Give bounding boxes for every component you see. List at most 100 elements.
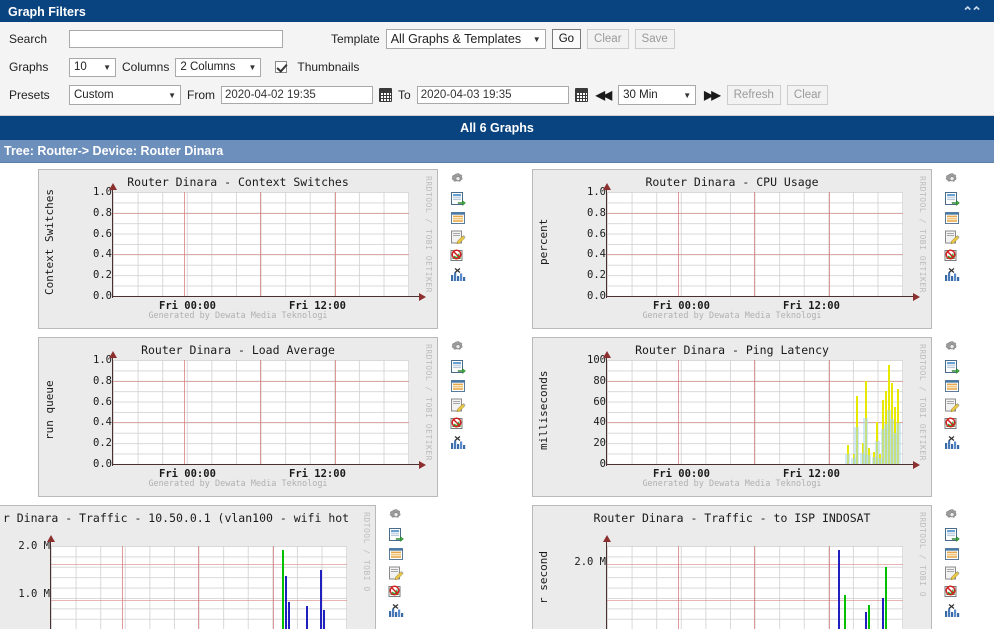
graph-csv-export-icon[interactable] — [388, 546, 410, 562]
graph-csv-export-icon[interactable] — [944, 210, 966, 226]
search-input[interactable] — [69, 30, 283, 48]
graph-disable-icon[interactable] — [944, 584, 966, 600]
graph-export-icon[interactable] — [450, 191, 472, 207]
graph-disable-icon[interactable] — [388, 584, 410, 600]
graphs-label: Graphs — [9, 60, 49, 74]
y-axis-tick: 1.0 M — [18, 588, 50, 600]
graph-disable-icon[interactable] — [944, 416, 966, 432]
graph-panel[interactable]: Router Dinara - Traffic - to ISP INDOSAT… — [532, 505, 932, 629]
graph-csv-export-icon[interactable] — [450, 378, 472, 394]
graph-zoom-icon[interactable] — [450, 435, 472, 451]
graphs-count-select[interactable]: 10 ▼ — [69, 57, 116, 77]
to-date-input[interactable] — [416, 86, 569, 104]
presets-value: Custom — [74, 89, 114, 101]
calendar-icon-from[interactable] — [379, 88, 392, 102]
graph-edit-icon[interactable] — [944, 229, 966, 245]
plot-area — [607, 546, 903, 629]
template-label: Template — [331, 32, 380, 46]
graph-disable-icon[interactable] — [450, 248, 472, 264]
graph-export-icon[interactable] — [944, 191, 966, 207]
graph-edit-icon[interactable] — [944, 397, 966, 413]
graph-settings-icon[interactable] — [450, 172, 472, 188]
template-select[interactable]: All Graphs & Templates ▼ — [385, 29, 546, 49]
y-axis-ticks: 2.0 M 1.0 M — [0, 506, 50, 629]
graph-cell-load-average: Router Dinara - Load Average RRDTOOL / TO… — [4, 337, 498, 505]
go-button[interactable]: Go — [551, 29, 582, 49]
graph-filters-panel: Search Template All Graphs & Templates ▼… — [0, 22, 994, 116]
graph-settings-icon[interactable] — [944, 172, 966, 188]
graph-zoom-icon[interactable] — [388, 603, 410, 619]
graph-zoom-icon[interactable] — [944, 603, 966, 619]
y-axis-tick: 0.6 — [93, 227, 112, 240]
graph-settings-icon[interactable] — [944, 508, 966, 524]
graph-title: r Dinara - Traffic - 10.50.0.1 (vlan100 … — [2, 511, 350, 525]
refresh-button[interactable]: Refresh — [726, 85, 781, 105]
y-axis-tick: 2.0 M — [18, 540, 50, 552]
graph-edit-icon[interactable] — [450, 397, 472, 413]
presets-select[interactable]: Custom ▼ — [69, 85, 181, 105]
y-axis-tick: 0.2 — [93, 269, 112, 282]
graph-action-icons — [450, 169, 472, 283]
chevron-down-icon: ▼ — [248, 62, 257, 72]
y-axis-tick: 0.2 — [93, 437, 112, 450]
rrdtool-watermark: RRDTOOL / TOBI OETIKER — [424, 176, 433, 293]
graph-panel[interactable]: r Dinara - Traffic - 10.50.0.1 (vlan100 … — [0, 505, 376, 629]
graph-csv-export-icon[interactable] — [450, 210, 472, 226]
chevron-down-icon: ▼ — [103, 62, 111, 72]
x-axis-line — [606, 461, 920, 469]
graph-panel[interactable]: Router Dinara - Ping Latency RRDTOOL / TO… — [532, 337, 932, 497]
graph-zoom-icon[interactable] — [450, 267, 472, 283]
graph-panel[interactable]: Router Dinara - CPU Usage RRDTOOL / TOBI … — [532, 169, 932, 329]
thumbnails-checkbox[interactable] — [275, 61, 288, 73]
graph-csv-export-icon[interactable] — [944, 378, 966, 394]
y-axis-tick: 1.0 — [587, 186, 606, 198]
graph-settings-icon[interactable] — [944, 340, 966, 356]
graph-csv-export-icon[interactable] — [944, 546, 966, 562]
graph-action-icons — [388, 505, 410, 619]
presets-label: Presets — [9, 88, 50, 102]
y-axis-tick: 0.4 — [93, 248, 112, 261]
clear-timespan-button[interactable]: Clear — [786, 85, 829, 105]
graph-zoom-icon[interactable] — [944, 435, 966, 451]
graph-export-icon[interactable] — [944, 527, 966, 543]
filter-row-display: Graphs 10 ▼ Columns 2 Columns ▼ Thumbnai… — [0, 53, 994, 81]
thumbnails-label: Thumbnails — [297, 60, 360, 74]
x-axis-line — [112, 293, 426, 301]
columns-select[interactable]: 2 Columns ▼ — [175, 57, 262, 77]
graph-panel[interactable]: Router Dinara - Context Switches RRDTOOL … — [38, 169, 438, 329]
y-axis-ticks: 1.0 0.8 0.6 0.4 0.2 0.0 — [39, 338, 112, 496]
graph-export-icon[interactable] — [450, 359, 472, 375]
clear-filters-button[interactable]: Clear — [587, 29, 629, 49]
graphs-count-value: 10 — [74, 61, 87, 73]
x-axis-line — [606, 293, 920, 301]
graph-footer-credit: Generated by Dewata Media Teknologi — [642, 311, 822, 321]
graph-cell-traffic-vlan100: r Dinara - Traffic - 10.50.0.1 (vlan100 … — [0, 505, 498, 629]
graph-edit-icon[interactable] — [388, 565, 410, 581]
graph-settings-icon[interactable] — [388, 508, 410, 524]
to-label: To — [398, 88, 411, 102]
graph-cell-traffic-isp-indosat: Router Dinara - Traffic - to ISP INDOSAT… — [498, 505, 992, 629]
rrdtool-watermark: RRDTOOL / TOBI OETIKER — [918, 176, 927, 293]
rrdtool-watermark: RRDTOOL / TOBI OETIKER — [918, 344, 927, 461]
save-filters-button[interactable]: Save — [634, 29, 675, 49]
graph-panel[interactable]: Router Dinara - Load Average RRDTOOL / TO… — [38, 337, 438, 497]
graph-edit-icon[interactable] — [450, 229, 472, 245]
interval-select[interactable]: 30 Min ▼ — [618, 85, 697, 105]
graph-settings-icon[interactable] — [450, 340, 472, 356]
graph-disable-icon[interactable] — [450, 416, 472, 432]
graph-export-icon[interactable] — [388, 527, 410, 543]
graph-edit-icon[interactable] — [944, 565, 966, 581]
graph-zoom-icon[interactable] — [944, 267, 966, 283]
from-date-input[interactable] — [221, 86, 373, 104]
shift-time-back-button[interactable]: ◀◀ — [594, 88, 613, 102]
graph-export-icon[interactable] — [944, 359, 966, 375]
y-axis-tick: 100 — [587, 354, 606, 366]
calendar-icon-to[interactable] — [574, 88, 588, 102]
shift-time-forward-button[interactable]: ▶▶ — [702, 88, 721, 102]
graph-footer-credit: Generated by Dewata Media Teknologi — [642, 479, 822, 489]
rrdtool-watermark: RDTOOL / TOBI O — [362, 512, 371, 592]
chevron-down-icon: ▼ — [168, 90, 176, 100]
graph-disable-icon[interactable] — [944, 248, 966, 264]
y-axis-tick: 0.8 — [93, 374, 112, 387]
double-chevron-up-icon[interactable]: ⌃⌃ — [962, 1, 986, 23]
